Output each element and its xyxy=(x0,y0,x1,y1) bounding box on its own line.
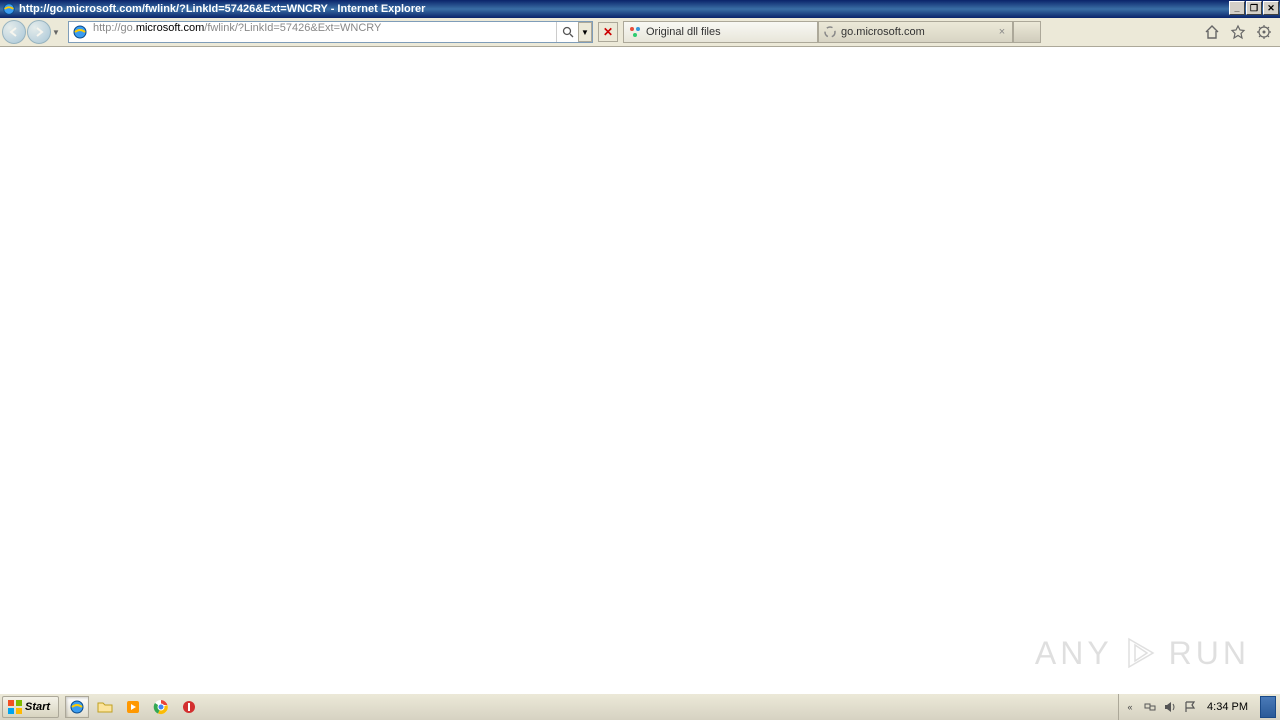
search-button[interactable] xyxy=(556,22,578,42)
show-desktop-button[interactable] xyxy=(1260,696,1276,718)
titlebar: http://go.microsoft.com/fwlink/?LinkId=5… xyxy=(0,0,1280,18)
taskbar-chrome[interactable] xyxy=(149,696,173,718)
tab-go-microsoft[interactable]: go.microsoft.com × xyxy=(818,21,1013,43)
tools-icon[interactable] xyxy=(1256,24,1272,40)
tab-original-dll[interactable]: Original dll files xyxy=(623,21,818,43)
nav-history-dropdown[interactable]: ▼ xyxy=(52,28,62,37)
favicon-icon xyxy=(628,25,642,39)
address-input[interactable]: http://go.microsoft.com/fwlink/?LinkId=5… xyxy=(91,22,556,42)
taskbar: Start « 4:34 PM xyxy=(0,693,1280,720)
systray-expand[interactable]: « xyxy=(1123,700,1137,714)
tabs: Original dll files go.microsoft.com × xyxy=(623,21,1041,43)
clock[interactable]: 4:34 PM xyxy=(1203,701,1252,713)
minimize-button[interactable]: _ xyxy=(1229,1,1245,15)
play-icon xyxy=(1121,633,1161,673)
tab-label: go.microsoft.com xyxy=(841,26,992,38)
tab-label: Original dll files xyxy=(646,26,813,38)
watermark: ANY RUN xyxy=(1035,633,1250,673)
loading-icon xyxy=(823,25,837,39)
taskbar-ie[interactable] xyxy=(65,696,89,718)
forward-button[interactable] xyxy=(27,20,51,44)
maximize-button[interactable]: ❐ xyxy=(1246,1,1262,15)
ie-icon xyxy=(69,699,85,715)
systray-network-icon[interactable] xyxy=(1143,700,1157,714)
taskbar-media[interactable] xyxy=(121,696,145,718)
taskbar-explorer[interactable] xyxy=(93,696,117,718)
address-dropdown[interactable]: ▼ xyxy=(578,22,592,42)
toolbar-right xyxy=(1204,24,1278,40)
folder-icon xyxy=(97,699,113,715)
page-content: ANY RUN xyxy=(0,47,1280,693)
window-controls: _ ❐ ✕ xyxy=(1229,0,1280,18)
watermark-left: ANY xyxy=(1035,635,1113,672)
start-label: Start xyxy=(25,701,50,713)
systray: « 4:34 PM xyxy=(1118,694,1280,720)
new-tab-button[interactable] xyxy=(1013,21,1041,43)
chrome-icon xyxy=(153,699,169,715)
close-button[interactable]: ✕ xyxy=(1263,1,1279,15)
media-icon xyxy=(125,699,141,715)
tab-close-button[interactable]: × xyxy=(996,26,1008,38)
ie-page-icon xyxy=(72,24,88,40)
ie-icon xyxy=(2,2,16,16)
address-bar[interactable]: http://go.microsoft.com/fwlink/?LinkId=5… xyxy=(68,21,593,43)
taskbar-apps xyxy=(65,696,201,718)
window-title: http://go.microsoft.com/fwlink/?LinkId=5… xyxy=(19,3,1229,15)
taskbar-app-red[interactable] xyxy=(177,696,201,718)
systray-flag-icon[interactable] xyxy=(1183,700,1197,714)
watermark-right: RUN xyxy=(1169,635,1250,672)
stop-button[interactable]: ✕ xyxy=(598,22,618,42)
toolbar: ▼ http://go.microsoft.com/fwlink/?LinkId… xyxy=(0,18,1280,47)
nav-buttons: ▼ xyxy=(2,20,62,44)
back-button[interactable] xyxy=(2,20,26,44)
home-icon[interactable] xyxy=(1204,24,1220,40)
systray-volume-icon[interactable] xyxy=(1163,700,1177,714)
start-button[interactable]: Start xyxy=(2,696,59,718)
windows-logo-icon xyxy=(7,699,23,715)
red-circle-icon xyxy=(181,699,197,715)
favorites-icon[interactable] xyxy=(1230,24,1246,40)
